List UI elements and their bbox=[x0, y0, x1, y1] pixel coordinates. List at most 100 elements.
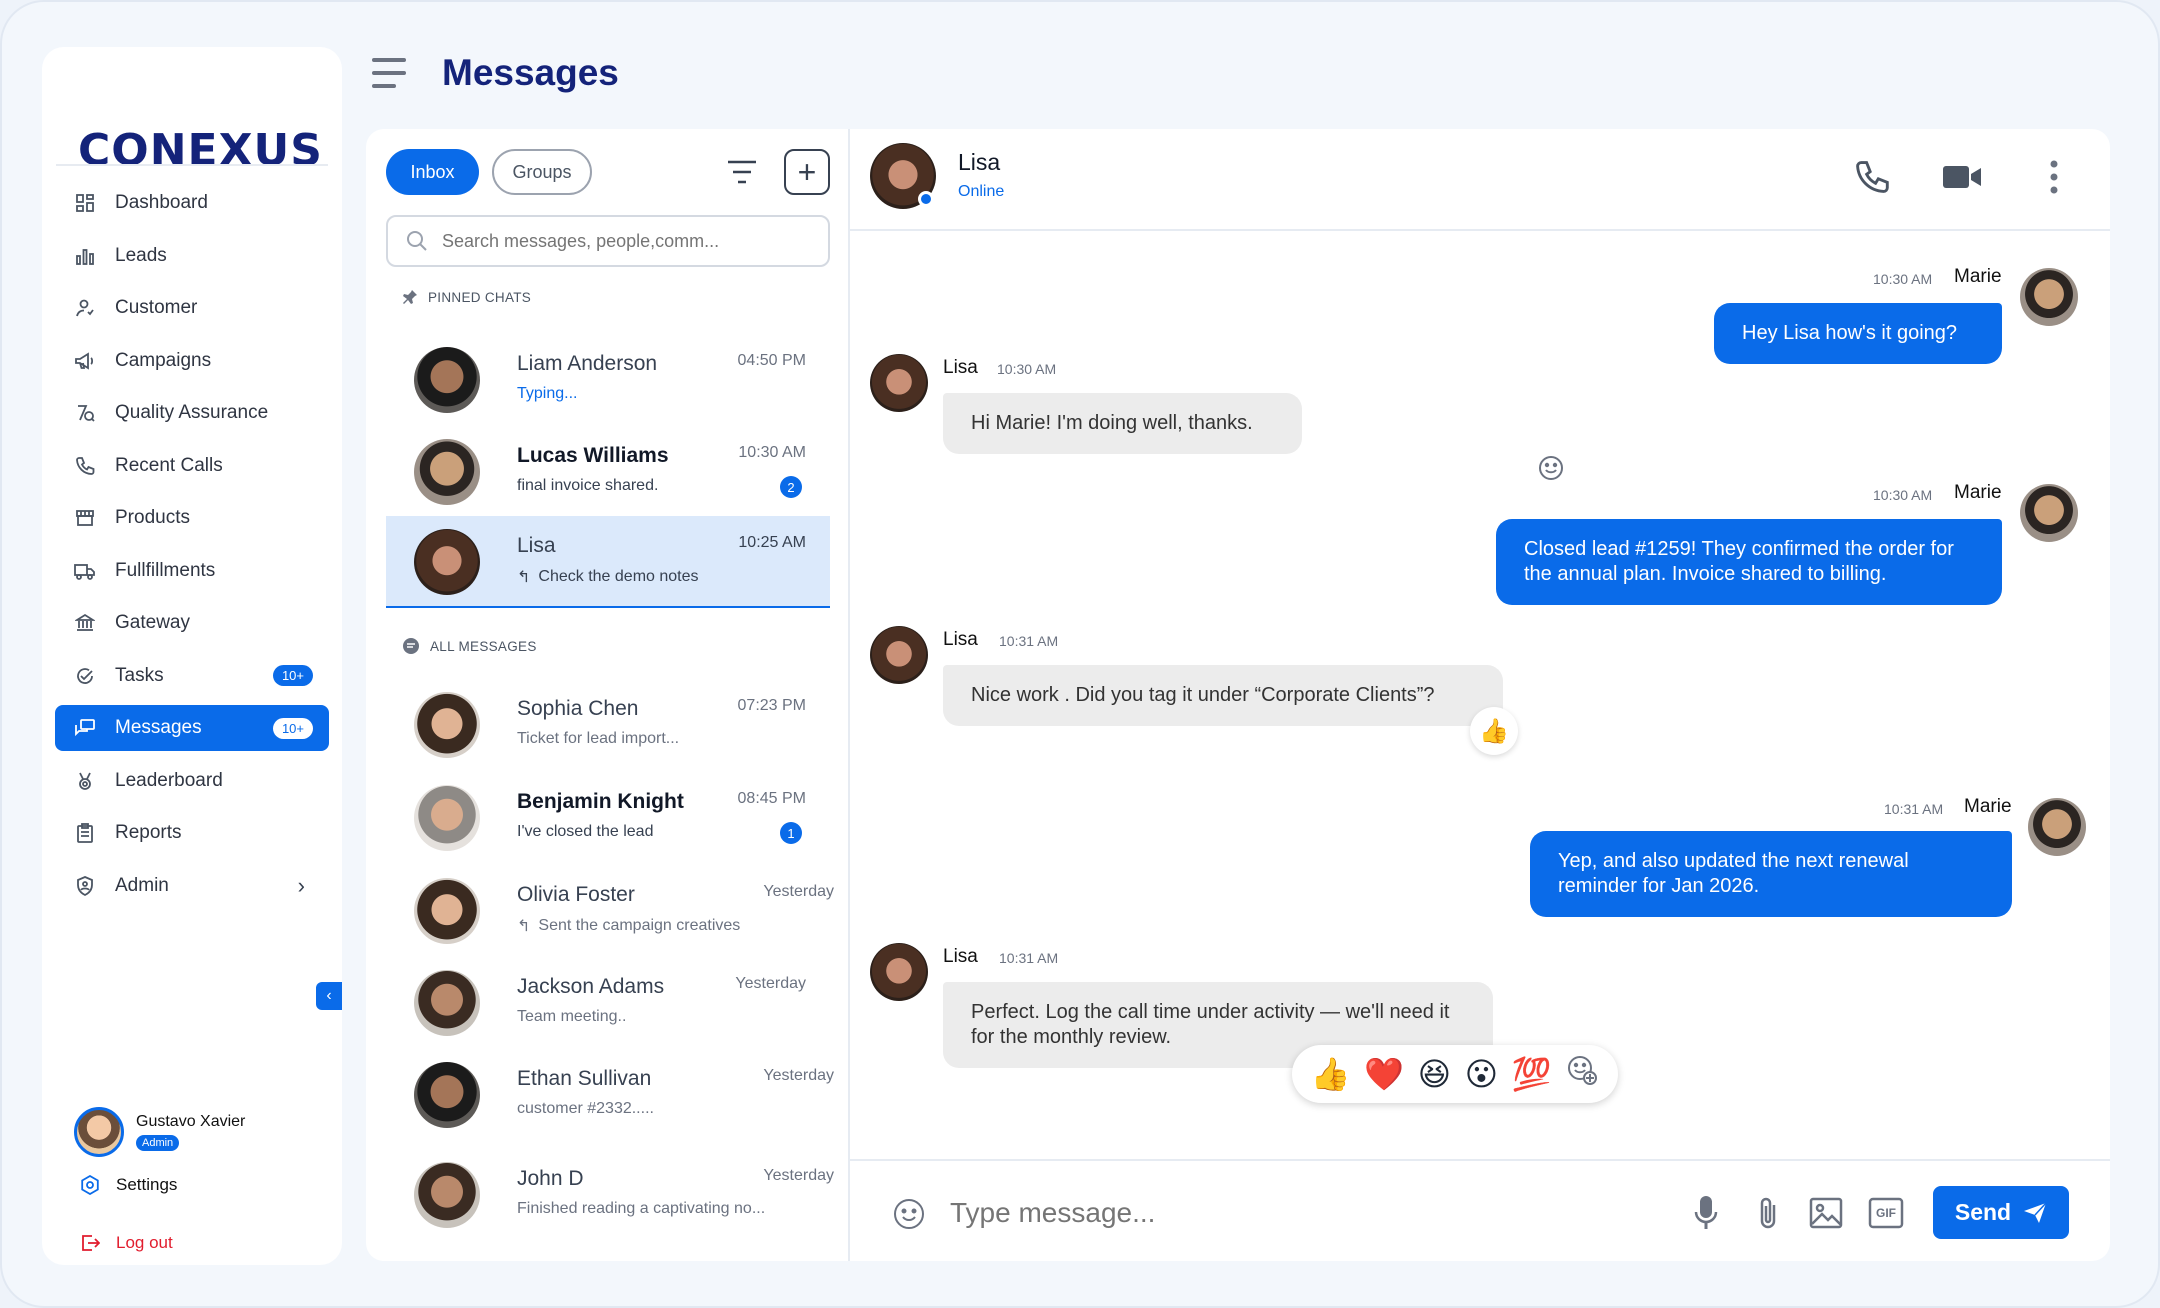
chat-list-item[interactable]: Lisa ↰ Check the demo notes 10:25 AM bbox=[386, 516, 830, 608]
chat-preview: customer #2332..... bbox=[517, 1100, 654, 1117]
search-box[interactable] bbox=[386, 215, 830, 267]
emoji-surprised[interactable]: 😮 bbox=[1465, 1055, 1498, 1093]
chat-list-item[interactable]: Liam Anderson Typing... 04:50 PM bbox=[386, 334, 830, 426]
chat-name: Ethan Sullivan bbox=[517, 1067, 652, 1090]
bar-chart-icon bbox=[73, 244, 97, 268]
tab-inbox[interactable]: Inbox bbox=[386, 149, 479, 195]
avatar bbox=[414, 1062, 480, 1128]
sidebar-item-products[interactable]: Products bbox=[55, 495, 329, 541]
chat-list-item[interactable]: Sophia Chen Ticket for lead import... 07… bbox=[386, 679, 830, 771]
sidebar-item-leads[interactable]: Leads bbox=[55, 233, 329, 279]
message-time: 10:31 AM bbox=[1884, 801, 1944, 817]
chat-time: 04:50 PM bbox=[737, 352, 806, 369]
sidebar-item-customer[interactable]: Customer bbox=[55, 285, 329, 331]
avatar bbox=[414, 970, 480, 1036]
chat-list-item[interactable]: John D Finished reading a captivating no… bbox=[386, 1149, 834, 1241]
paper-plane-icon bbox=[2024, 1201, 2047, 1223]
emoji-laugh[interactable]: 😆 bbox=[1418, 1055, 1451, 1093]
add-emoji-icon[interactable] bbox=[1565, 1053, 1599, 1095]
voice-call-button[interactable] bbox=[1850, 155, 1894, 199]
sidebar-item-admin[interactable]: Admin › bbox=[55, 863, 329, 909]
unread-badge: 2 bbox=[780, 476, 802, 498]
emoji-heart[interactable]: ❤️ bbox=[1364, 1055, 1404, 1093]
chat-time: Yesterday bbox=[735, 975, 806, 992]
logout-link[interactable]: Log out bbox=[78, 1233, 173, 1253]
chat-list-item[interactable]: Benjamin Knight I've closed the lead 08:… bbox=[386, 772, 830, 864]
menu-toggle-button[interactable] bbox=[372, 58, 406, 88]
sidebar-item-campaigns[interactable]: Campaigns bbox=[55, 338, 329, 384]
chat-preview: ↰ Sent the campaign creatives bbox=[517, 916, 740, 936]
divider bbox=[56, 164, 328, 166]
add-reaction-button[interactable] bbox=[1538, 455, 1564, 486]
chat-list-item[interactable]: Ethan Sullivan customer #2332..... Yeste… bbox=[386, 1049, 834, 1141]
chat-name: John D bbox=[517, 1167, 584, 1190]
phone-icon bbox=[73, 454, 97, 478]
chat-name: Benjamin Knight bbox=[517, 790, 684, 813]
settings-link[interactable]: Settings bbox=[78, 1175, 177, 1195]
message-time: 10:30 AM bbox=[1873, 487, 1933, 503]
voice-record-button[interactable] bbox=[1686, 1193, 1726, 1233]
message-bubble[interactable]: Nice work . Did you tag it under “Corpor… bbox=[943, 665, 1503, 726]
sidebar-item-recent-calls[interactable]: Recent Calls bbox=[55, 443, 329, 489]
emoji-button[interactable] bbox=[892, 1197, 926, 1236]
avatar bbox=[414, 785, 480, 851]
chat-preview: I've closed the lead bbox=[517, 823, 654, 840]
message-bubble[interactable]: Hey Lisa how's it going? bbox=[1714, 303, 2002, 364]
sidebar-item-fullfillments[interactable]: Fullfillments bbox=[55, 548, 329, 594]
attach-image-button[interactable] bbox=[1806, 1193, 1846, 1233]
chat-time: 10:25 AM bbox=[738, 534, 806, 551]
sidebar-item-label: Leaderboard bbox=[115, 769, 223, 791]
send-button[interactable]: Send bbox=[1933, 1186, 2069, 1239]
chat-name: Jackson Adams bbox=[517, 975, 665, 998]
search-input[interactable] bbox=[442, 230, 802, 252]
messages-count-badge: 10+ bbox=[272, 717, 313, 739]
gif-button[interactable]: GIF bbox=[1866, 1193, 1906, 1233]
video-call-button[interactable] bbox=[1940, 155, 1984, 199]
sidebar-item-leaderboard[interactable]: Leaderboard bbox=[55, 758, 329, 804]
message-time: 10:31 AM bbox=[999, 950, 1059, 966]
grid-icon bbox=[73, 191, 97, 215]
tab-groups[interactable]: Groups bbox=[492, 149, 592, 195]
shield-icon bbox=[73, 874, 97, 898]
sidebar-item-label: Admin bbox=[115, 874, 169, 896]
more-options-button[interactable] bbox=[2032, 155, 2076, 199]
message-sender: Marie bbox=[1964, 796, 2012, 817]
emoji-thumbs-up[interactable]: 👍 bbox=[1311, 1055, 1351, 1093]
avatar bbox=[2020, 268, 2078, 326]
avatar bbox=[414, 529, 480, 595]
message-reaction[interactable]: 👍 bbox=[1470, 707, 1518, 755]
sidebar-item-reports[interactable]: Reports bbox=[55, 810, 329, 856]
collapse-sidebar-button[interactable]: ‹ bbox=[316, 982, 342, 1010]
chat-list-item[interactable]: Olivia Foster ↰ Sent the campaign creativ… bbox=[386, 865, 834, 957]
message-input[interactable] bbox=[950, 1187, 1650, 1239]
sidebar-item-tasks[interactable]: Tasks 10+ bbox=[55, 653, 329, 699]
video-camera-icon bbox=[1943, 166, 1981, 188]
filter-button[interactable] bbox=[726, 159, 758, 185]
plus-icon: + bbox=[797, 153, 817, 190]
message-bubble[interactable]: Hi Marie! I'm doing well, thanks. bbox=[943, 393, 1302, 454]
message-bubble[interactable]: Yep, and also updated the next renewal r… bbox=[1530, 831, 2012, 917]
user-profile[interactable]: Gustavo Xavier Admin bbox=[74, 1107, 245, 1157]
reply-icon: ↰ bbox=[517, 569, 531, 586]
message-bubble[interactable]: Closed lead #1259! They confirmed the or… bbox=[1496, 519, 2002, 605]
new-chat-button[interactable]: + bbox=[784, 149, 830, 195]
emoji-hundred[interactable]: 💯 bbox=[1512, 1055, 1552, 1093]
chat-list-item[interactable]: Lucas Williams final invoice shared. 10:… bbox=[386, 426, 830, 518]
more-vertical-icon bbox=[2050, 160, 2058, 194]
sidebar-item-dashboard[interactable]: Dashboard bbox=[55, 180, 329, 226]
user-icon bbox=[73, 296, 97, 320]
message-icon bbox=[402, 637, 420, 655]
sidebar-item-gateway[interactable]: Gateway bbox=[55, 600, 329, 646]
avatar bbox=[414, 878, 480, 944]
chat-list-item[interactable]: Jackson Adams Team meeting.. Yesterday bbox=[386, 957, 830, 1049]
image-icon bbox=[1809, 1197, 1843, 1229]
chat-preview: Ticket for lead import... bbox=[517, 730, 680, 747]
message-time: 10:30 AM bbox=[1873, 271, 1933, 287]
gif-label: GIF bbox=[1876, 1206, 1896, 1220]
attach-file-button[interactable] bbox=[1748, 1193, 1788, 1233]
sidebar-item-messages[interactable]: Messages 10+ bbox=[55, 705, 329, 751]
gear-icon bbox=[78, 1175, 102, 1195]
avatar bbox=[2028, 798, 2086, 856]
qa-icon bbox=[73, 401, 97, 425]
sidebar-item-quality-assurance[interactable]: Quality Assurance bbox=[55, 390, 329, 436]
